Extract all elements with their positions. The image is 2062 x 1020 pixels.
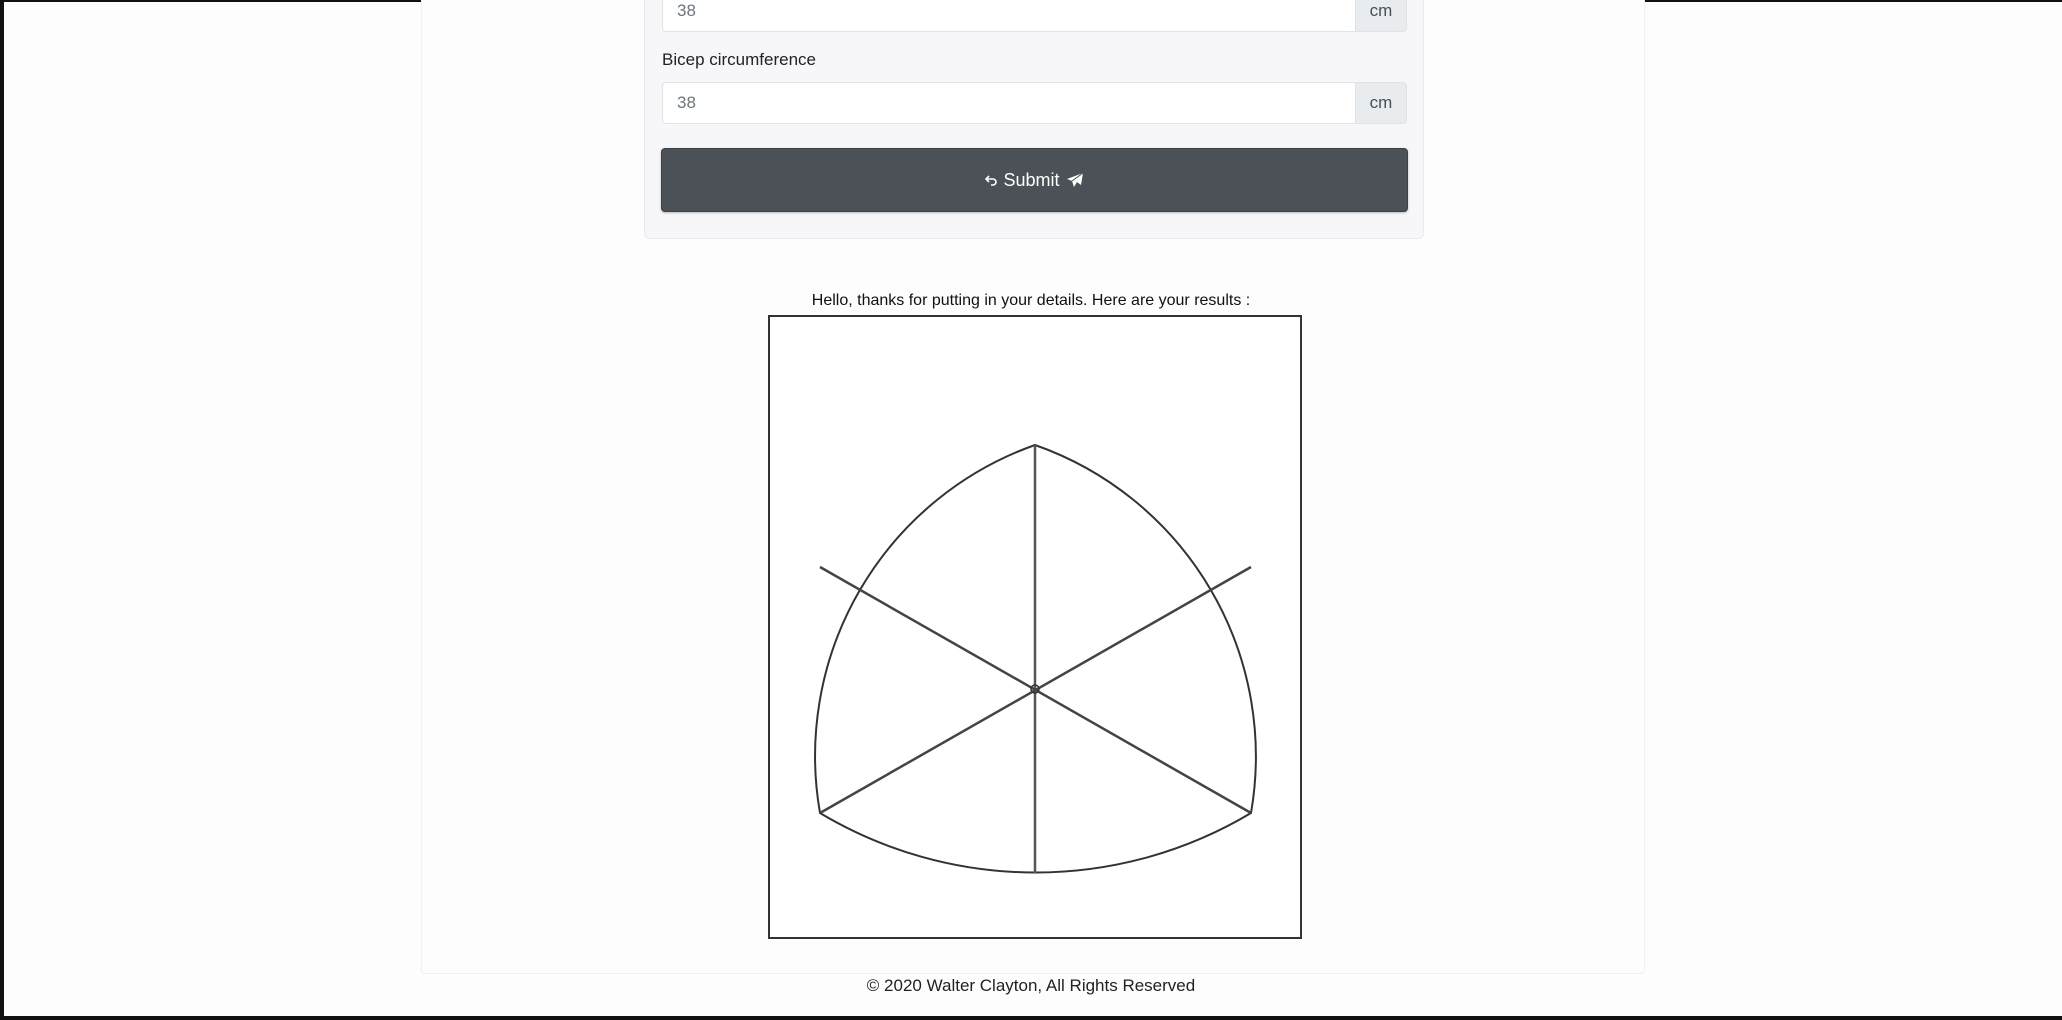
- submit-button[interactable]: Submit: [661, 148, 1408, 212]
- previous-measurement-input-group: cm: [662, 0, 1407, 32]
- previous-measurement-input[interactable]: [662, 0, 1355, 32]
- bicep-circumference-input-group: cm: [662, 82, 1407, 124]
- undo-arrow-icon: [985, 174, 998, 186]
- submit-button-label: Submit: [1003, 169, 1060, 190]
- bicep-circumference-unit: cm: [1355, 82, 1407, 124]
- window-frame-left: [0, 0, 4, 1020]
- bicep-circumference-label: Bicep circumference: [662, 50, 817, 69]
- results-message: Hello, thanks for putting in your detail…: [811, 292, 1251, 309]
- window-frame-bottom: [0, 1016, 2062, 1020]
- footer-copyright: © 2020 Walter Clayton, All Rights Reserv…: [866, 976, 1196, 995]
- pattern-drawing: [814, 443, 1257, 874]
- bicep-circumference-input[interactable]: [662, 82, 1355, 124]
- paper-plane-icon: [1066, 172, 1084, 188]
- results-pattern-box: [768, 315, 1302, 939]
- previous-measurement-unit: cm: [1355, 0, 1407, 32]
